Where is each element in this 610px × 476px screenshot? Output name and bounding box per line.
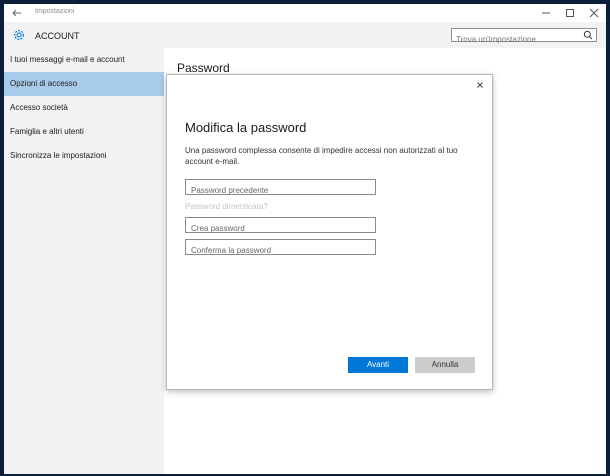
close-window-icon[interactable] [582, 4, 606, 22]
maximize-icon[interactable] [558, 4, 582, 22]
minimize-icon[interactable] [534, 4, 558, 22]
section-heading: ACCOUNT [35, 31, 80, 41]
sidebar-item-family[interactable]: Famiglia e altri utenti [4, 120, 164, 144]
dialog-description: Una password complessa consente di imped… [185, 146, 458, 166]
cancel-button[interactable]: Annulla [415, 357, 475, 373]
new-password-field[interactable] [185, 217, 376, 236]
sidebar: I tuoi messaggi e-mail e account Opzioni… [4, 48, 164, 474]
window-title: Impostazioni [35, 8, 75, 15]
gear-icon [14, 30, 24, 40]
search-icon[interactable] [583, 30, 593, 40]
search-input[interactable] [452, 33, 576, 46]
forgot-password-link[interactable]: Password dimenticata? [185, 202, 268, 211]
confirm-password-input[interactable] [186, 243, 374, 258]
dialog-title: Modifica la password [185, 120, 307, 135]
new-password-input[interactable] [186, 221, 374, 236]
old-password-field[interactable] [185, 179, 376, 198]
sidebar-item-email-accounts[interactable]: I tuoi messaggi e-mail e account [4, 48, 164, 72]
close-icon[interactable] [474, 79, 486, 91]
title-bar: Impostazioni [4, 4, 606, 22]
sidebar-item-work-access[interactable]: Accesso società [4, 96, 164, 120]
confirm-password-field[interactable] [185, 239, 376, 258]
next-button[interactable]: Avanti [348, 357, 408, 373]
back-arrow-icon[interactable] [10, 6, 24, 20]
settings-header: ACCOUNT [4, 22, 606, 48]
change-password-dialog: Modifica la password Una password comple… [166, 74, 493, 390]
sidebar-item-sync[interactable]: Sincronizza le impostazioni [4, 144, 164, 168]
search-box[interactable] [451, 28, 597, 46]
page-title: Password [177, 61, 230, 75]
sidebar-item-sign-in-options[interactable]: Opzioni di accesso [4, 72, 164, 96]
old-password-input[interactable] [186, 183, 374, 198]
